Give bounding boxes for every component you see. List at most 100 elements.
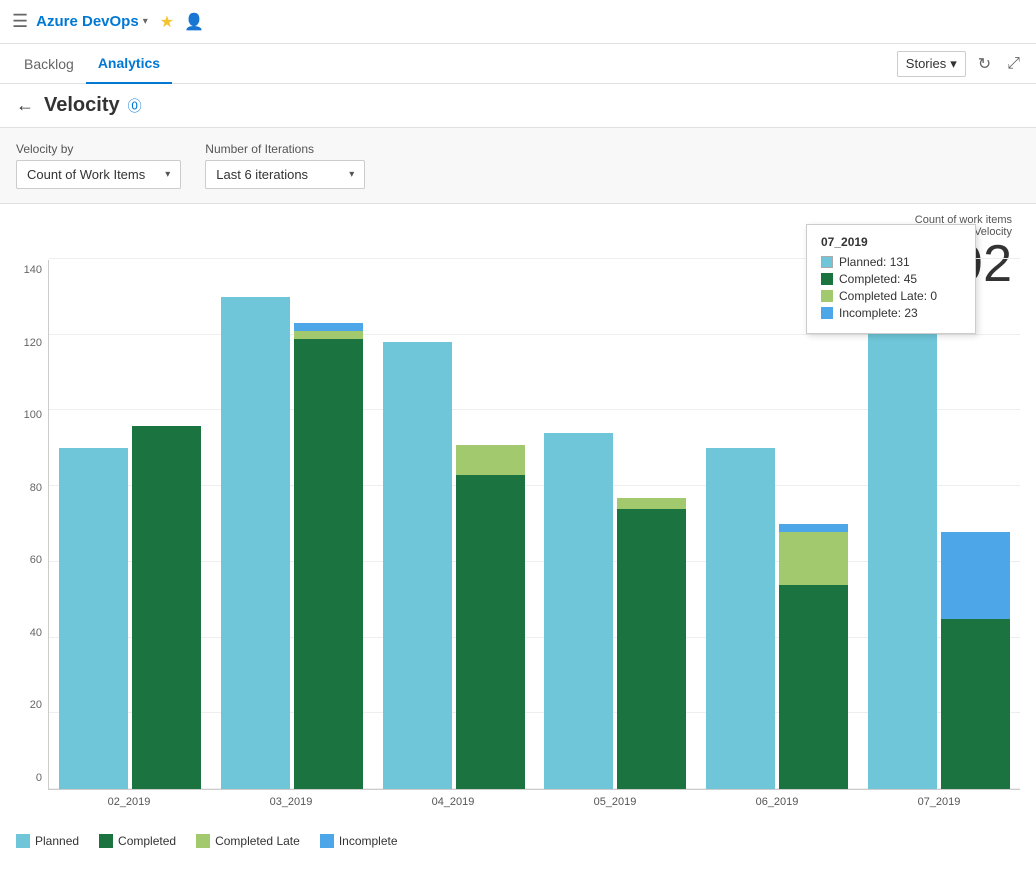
iterations-label: Number of Iterations bbox=[205, 142, 365, 156]
tooltip-row: Completed: 45 bbox=[821, 272, 961, 286]
x-axis-label: 07_2019 bbox=[868, 796, 1010, 808]
top-bar: ☰ Azure DevOps ▾ ★ 👤 bbox=[0, 0, 1036, 44]
tooltip-swatch bbox=[821, 273, 833, 285]
bar-stack bbox=[294, 323, 363, 789]
nav-actions: Stories ▾ ↻ ⤢ bbox=[897, 50, 1024, 78]
bars-container bbox=[48, 260, 1020, 790]
tooltip-row: Planned: 131 bbox=[821, 255, 961, 269]
menu-icon: ☰ bbox=[12, 11, 28, 32]
legend-item: Incomplete bbox=[320, 834, 398, 848]
tooltip-label: Planned: 131 bbox=[839, 255, 910, 269]
tooltip-label: Completed Late: 0 bbox=[839, 289, 937, 303]
iterations-chevron-icon: ▾ bbox=[349, 169, 354, 180]
tooltip-label: Completed: 45 bbox=[839, 272, 917, 286]
x-axis-label: 05_2019 bbox=[544, 796, 686, 808]
bar-group[interactable] bbox=[706, 448, 848, 789]
bar-completed-late bbox=[456, 445, 525, 475]
back-button[interactable]: ← bbox=[16, 95, 34, 116]
bar-completed bbox=[779, 585, 848, 789]
bar-completed-late bbox=[779, 532, 848, 585]
bar-incomplete bbox=[779, 524, 848, 532]
bar-completed bbox=[132, 426, 201, 789]
tooltip: 07_2019 Planned: 131 Completed: 45 Complet… bbox=[806, 224, 976, 334]
legend-item: Completed Late bbox=[196, 834, 300, 848]
bar-completed bbox=[941, 619, 1010, 789]
x-labels: 02_201903_201904_201905_201906_201907_20… bbox=[48, 790, 1020, 808]
bar-stack bbox=[456, 445, 525, 789]
bar-completed bbox=[294, 339, 363, 790]
tooltip-row: Incomplete: 23 bbox=[821, 306, 961, 320]
legend-label: Completed bbox=[118, 834, 176, 848]
iterations-select[interactable]: Last 6 iterations ▾ bbox=[205, 160, 365, 189]
bar-group[interactable] bbox=[59, 426, 201, 789]
legend-item: Planned bbox=[16, 834, 79, 848]
legend-label: Incomplete bbox=[339, 834, 398, 848]
bar-planned[interactable] bbox=[383, 342, 452, 789]
person-icon[interactable]: 👤 bbox=[184, 12, 204, 32]
legend-label: Completed Late bbox=[215, 834, 300, 848]
x-axis-label: 03_2019 bbox=[220, 796, 362, 808]
bar-planned[interactable] bbox=[868, 293, 937, 789]
legend-label: Planned bbox=[35, 834, 79, 848]
velocity-by-value: Count of Work Items bbox=[27, 167, 145, 182]
bar-stack bbox=[941, 532, 1010, 789]
legend-swatch bbox=[196, 834, 210, 848]
bar-group[interactable] bbox=[544, 433, 686, 789]
bar-completed bbox=[456, 475, 525, 789]
y-axis-label: 80 bbox=[16, 482, 48, 494]
bar-group[interactable] bbox=[383, 342, 525, 789]
favorite-icon[interactable]: ★ bbox=[160, 12, 174, 32]
bar-group[interactable] bbox=[868, 293, 1010, 789]
legend-swatch bbox=[16, 834, 30, 848]
tab-analytics[interactable]: Analytics bbox=[86, 44, 172, 84]
app-name[interactable]: Azure DevOps bbox=[36, 13, 139, 30]
y-axis-label: 60 bbox=[16, 554, 48, 566]
bar-planned[interactable] bbox=[706, 448, 775, 789]
controls: Velocity by Count of Work Items ▾ Number… bbox=[0, 128, 1036, 204]
bar-completed bbox=[617, 509, 686, 789]
legend-swatch bbox=[320, 834, 334, 848]
bar-completed-late bbox=[617, 498, 686, 509]
tab-backlog[interactable]: Backlog bbox=[12, 44, 86, 84]
bar-incomplete bbox=[294, 323, 363, 331]
iterations-value: Last 6 iterations bbox=[216, 167, 308, 182]
velocity-by-chevron-icon: ▾ bbox=[165, 169, 170, 180]
tooltip-row: Completed Late: 0 bbox=[821, 289, 961, 303]
nav-tabs: Backlog Analytics Stories ▾ ↻ ⤢ bbox=[0, 44, 1036, 84]
chart-inner: 02_201903_201904_201905_201906_201907_20… bbox=[48, 260, 1020, 808]
tooltip-swatch bbox=[821, 290, 833, 302]
velocity-by-select[interactable]: Count of Work Items ▾ bbox=[16, 160, 181, 189]
y-axis-label: 0 bbox=[16, 772, 48, 784]
refresh-icon[interactable]: ↻ bbox=[974, 50, 995, 78]
tooltip-swatch bbox=[821, 307, 833, 319]
tooltip-title: 07_2019 bbox=[821, 235, 961, 249]
bar-planned[interactable] bbox=[544, 433, 613, 789]
y-axis: 020406080100120140 bbox=[16, 260, 48, 808]
tooltip-label: Incomplete: 23 bbox=[839, 306, 918, 320]
bar-stack bbox=[132, 426, 201, 789]
bar-group[interactable] bbox=[221, 297, 363, 789]
legend-swatch bbox=[99, 834, 113, 848]
y-axis-label: 20 bbox=[16, 699, 48, 711]
legend: Planned Completed Completed Late Incomplete bbox=[0, 824, 1036, 856]
stories-chevron-icon: ▾ bbox=[950, 56, 957, 72]
stories-dropdown[interactable]: Stories ▾ bbox=[897, 51, 966, 77]
stories-label: Stories bbox=[906, 56, 946, 71]
bar-planned[interactable] bbox=[59, 448, 128, 789]
bar-stack bbox=[779, 524, 848, 789]
app-chevron-icon[interactable]: ▾ bbox=[143, 16, 148, 27]
chart-area: Count of work items Average Velocity 92 … bbox=[0, 204, 1036, 824]
help-icon[interactable]: ⓪ bbox=[128, 96, 142, 116]
bar-planned[interactable] bbox=[221, 297, 290, 789]
iterations-group: Number of Iterations Last 6 iterations ▾ bbox=[205, 142, 365, 189]
expand-icon[interactable]: ⤢ bbox=[1003, 51, 1024, 77]
page-title: Velocity bbox=[44, 94, 120, 117]
x-axis-label: 04_2019 bbox=[382, 796, 524, 808]
tooltip-swatch bbox=[821, 256, 833, 268]
legend-item: Completed bbox=[99, 834, 176, 848]
y-axis-label: 100 bbox=[16, 409, 48, 421]
y-axis-label: 40 bbox=[16, 627, 48, 639]
x-axis-label: 02_2019 bbox=[58, 796, 200, 808]
velocity-by-group: Velocity by Count of Work Items ▾ bbox=[16, 142, 181, 189]
y-axis-label: 140 bbox=[16, 264, 48, 276]
